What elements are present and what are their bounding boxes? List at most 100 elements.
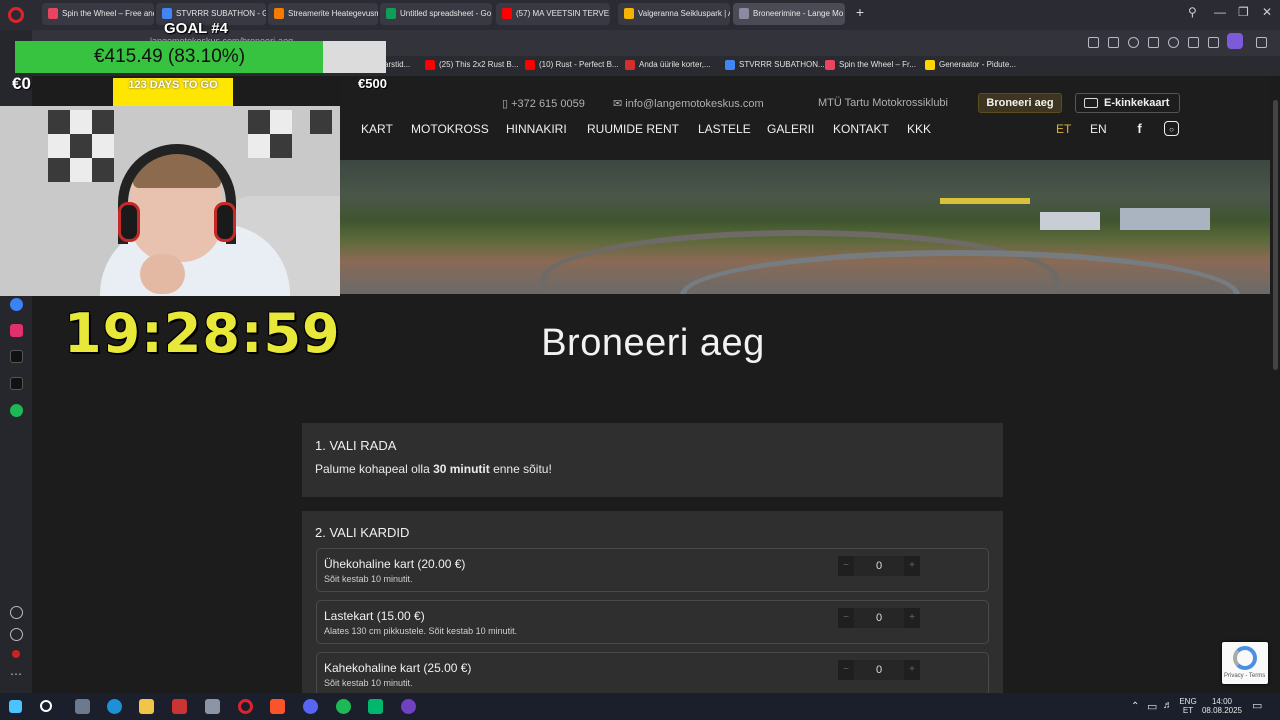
extensions-icon[interactable] bbox=[1256, 37, 1267, 48]
nav-kart[interactable]: KART bbox=[361, 122, 393, 136]
nav-kkk[interactable]: KKK bbox=[907, 122, 931, 136]
bookmark-item[interactable]: Generaator - Pidute... bbox=[925, 60, 1016, 70]
tiktok-icon[interactable] bbox=[10, 350, 23, 363]
quantity-input[interactable]: 0 bbox=[854, 660, 904, 680]
profile-avatar[interactable] bbox=[1227, 33, 1243, 49]
tab-favicon-icon bbox=[386, 8, 396, 19]
bookmark-item[interactable]: Spin the Wheel – Fr... bbox=[825, 60, 916, 70]
volume-icon[interactable]: ♬ bbox=[1163, 700, 1173, 711]
book-time-button[interactable]: Broneeri aeg bbox=[978, 93, 1062, 113]
play-icon[interactable] bbox=[1148, 37, 1159, 48]
copilot-icon[interactable] bbox=[75, 699, 90, 714]
increment-button[interactable]: + bbox=[904, 660, 920, 680]
instagram-icon[interactable]: ○ bbox=[1164, 121, 1179, 136]
shield-icon[interactable] bbox=[1128, 37, 1139, 48]
download-icon[interactable] bbox=[1188, 37, 1199, 48]
foam-tile bbox=[92, 110, 114, 134]
tab-youtube[interactable]: (57) MA VEETSIN TERVE Ö bbox=[496, 3, 610, 25]
tab-broneerimine[interactable]: Broneerimine - Lange Mo bbox=[733, 3, 845, 25]
nav-ruumide-rent[interactable]: RUUMIDE RENT bbox=[587, 122, 679, 136]
record-icon[interactable] bbox=[12, 650, 20, 658]
app-icon[interactable] bbox=[205, 699, 220, 714]
network-icon[interactable]: ▭ bbox=[1147, 700, 1157, 713]
notification-icon[interactable]: ▭ bbox=[1252, 699, 1262, 712]
app-icon[interactable] bbox=[172, 699, 187, 714]
lang-et[interactable]: ET bbox=[1056, 122, 1071, 136]
spotify-icon[interactable] bbox=[10, 404, 23, 417]
spotify-icon[interactable] bbox=[336, 699, 351, 714]
maximize-icon[interactable]: ❐ bbox=[1238, 5, 1249, 19]
keyboard-language[interactable]: ENG ET bbox=[1178, 697, 1198, 715]
messenger-icon[interactable] bbox=[10, 298, 23, 311]
tab-spin-wheel[interactable]: Spin the Wheel – Free and bbox=[42, 3, 154, 25]
menu-icon[interactable] bbox=[1208, 37, 1219, 48]
quantity-input[interactable]: 0 bbox=[854, 556, 904, 576]
quantity-input[interactable]: 0 bbox=[854, 608, 904, 628]
nav-motokross[interactable]: MOTOKROSS bbox=[411, 122, 489, 136]
instagram-icon[interactable] bbox=[10, 324, 23, 337]
close-icon[interactable]: ✕ bbox=[1262, 5, 1272, 19]
discord-icon[interactable] bbox=[303, 699, 318, 714]
streaming-app-icon[interactable] bbox=[368, 699, 383, 714]
tab-label: Spin the Wheel – Free and bbox=[62, 9, 154, 18]
increment-button[interactable]: + bbox=[904, 556, 920, 576]
email-link[interactable]: ✉ info@langemotokeskus.com bbox=[613, 97, 764, 110]
club-link[interactable]: MTÜ Tartu Motokrossiklubi bbox=[818, 97, 948, 109]
nav-galerii[interactable]: GALERII bbox=[767, 122, 814, 136]
edit-icon[interactable] bbox=[1088, 37, 1099, 48]
recaptcha-icon bbox=[1233, 646, 1257, 670]
banner-shape bbox=[940, 198, 1030, 204]
page-scrollbar-thumb[interactable] bbox=[1273, 100, 1278, 370]
x-icon[interactable] bbox=[10, 377, 23, 390]
gift-card-label: E-kinkekaart bbox=[1104, 97, 1170, 109]
history-icon[interactable] bbox=[10, 628, 23, 641]
camera-icon[interactable] bbox=[1108, 37, 1119, 48]
opera-icon[interactable] bbox=[238, 699, 253, 714]
clock[interactable]: 14:00 08.08.2025 bbox=[1200, 697, 1244, 715]
nav-kontakt[interactable]: KONTAKT bbox=[833, 122, 889, 136]
hero-image bbox=[340, 160, 1270, 294]
tab-streamerite[interactable]: Streamerite Heategevusm bbox=[268, 3, 378, 25]
tab-favicon-icon bbox=[624, 8, 634, 19]
bookmark-label: (25) This 2x2 Rust B... bbox=[439, 60, 519, 69]
bookmark-item[interactable]: (25) This 2x2 Rust B... bbox=[425, 60, 519, 70]
foam-tile bbox=[70, 110, 92, 134]
new-tab-button[interactable]: + bbox=[853, 5, 867, 20]
flag-icon bbox=[925, 60, 935, 70]
tray-chevron-icon[interactable]: ⌃ bbox=[1131, 701, 1139, 712]
nav-lastele[interactable]: LASTELE bbox=[698, 122, 751, 136]
windows-start-icon[interactable] bbox=[9, 700, 22, 713]
brave-icon[interactable] bbox=[270, 699, 285, 714]
app-icon[interactable] bbox=[401, 699, 416, 714]
decrement-button[interactable]: − bbox=[838, 556, 854, 576]
search-icon[interactable]: ⚲ bbox=[1188, 5, 1197, 19]
more-icon[interactable]: ⋯ bbox=[10, 668, 23, 683]
nav-hinnakiri[interactable]: HINNAKIRI bbox=[506, 122, 567, 136]
search-icon[interactable] bbox=[40, 700, 52, 712]
file-explorer-icon[interactable] bbox=[139, 699, 154, 714]
tab-spreadsheet[interactable]: Untitled spreadsheet - Go bbox=[380, 3, 492, 25]
headset-earcup bbox=[118, 202, 140, 242]
bookmark-item[interactable]: (10) Rust - Perfect B... bbox=[525, 60, 619, 70]
tab-label: Broneerimine - Lange Mo bbox=[753, 9, 844, 18]
webcam-feed bbox=[0, 106, 340, 296]
foam-tile bbox=[270, 110, 292, 134]
decrement-button[interactable]: − bbox=[838, 608, 854, 628]
bookmark-item[interactable]: STVRRR SUBATHON... bbox=[725, 60, 825, 70]
tab-seikluspark[interactable]: Valgeranna Seikluspark | A bbox=[618, 3, 730, 25]
phone-link[interactable]: ▯ +372 615 0059 bbox=[502, 97, 585, 110]
minimize-icon[interactable]: — bbox=[1214, 5, 1226, 19]
opera-logo-icon[interactable] bbox=[8, 7, 24, 23]
heart-icon[interactable] bbox=[1168, 37, 1179, 48]
facebook-icon[interactable]: f bbox=[1132, 121, 1147, 136]
bookmark-item[interactable]: Anda üürile korter,... bbox=[625, 60, 711, 70]
bookmark-item[interactable]: arstid... bbox=[384, 60, 410, 69]
heart-icon[interactable] bbox=[10, 606, 23, 619]
kart-name: Kahekohaline kart (25.00 €) bbox=[324, 661, 472, 675]
gift-card-button[interactable]: E-kinkekaart bbox=[1075, 93, 1180, 113]
increment-button[interactable]: + bbox=[904, 608, 920, 628]
edge-icon[interactable] bbox=[107, 699, 122, 714]
recaptcha-badge[interactable]: Privacy - Terms bbox=[1222, 642, 1268, 684]
lang-en[interactable]: EN bbox=[1090, 122, 1107, 136]
decrement-button[interactable]: − bbox=[838, 660, 854, 680]
